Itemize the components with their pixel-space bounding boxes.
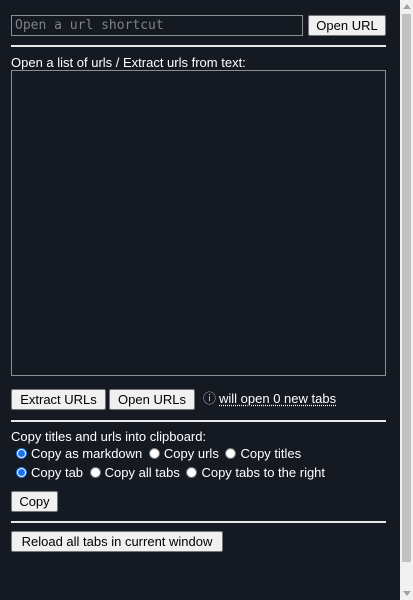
radio-label: Copy urls [163,446,219,461]
radio-button[interactable] [16,467,27,478]
divider [11,45,386,47]
url-list-label: Open a list of urls / Extract urls from … [11,55,246,70]
copy-button[interactable]: Copy [11,491,58,512]
radio-label: Copy as markdown [31,446,143,461]
radio-button[interactable] [16,448,27,459]
radio-label: Copy all tabs [104,465,180,480]
extract-urls-button[interactable]: Extract URLs [11,389,106,410]
radio-button[interactable] [186,467,198,478]
copy-scope-group: Copy tab Copy all tabs Copy tabs to the … [16,465,328,481]
radio-button[interactable] [148,448,160,459]
scrollbar-thumb[interactable] [402,14,411,562]
open-urls-button[interactable]: Open URLs [109,389,195,410]
radio-label: Copy titles [240,446,302,461]
tabs-count-text: will open 0 new tabs [219,391,337,406]
divider [11,420,386,422]
radio-copy-urls[interactable]: Copy urls [148,446,219,462]
radio-copy-all-tabs[interactable]: Copy all tabs [89,465,180,481]
tabs-count-info: ⓘ will open 0 new tabs [203,391,336,407]
radio-copy-titles[interactable]: Copy titles [225,446,301,462]
radio-label: Copy tabs to the right [201,465,326,480]
info-icon: ⓘ [203,391,217,406]
url-shortcut-input[interactable] [11,15,303,36]
radio-copy-as-markdown[interactable]: Copy as markdown [16,446,142,462]
scroll-up-icon[interactable] [403,4,411,9]
scroll-down-icon[interactable] [403,591,411,596]
radio-button[interactable] [225,448,237,459]
copy-format-group: Copy as markdown Copy urls Copy titles [16,446,304,462]
radio-label: Copy tab [31,465,84,480]
url-shortcut-row: Open URL [11,15,386,36]
open-url-button[interactable]: Open URL [308,15,386,36]
divider [11,521,386,523]
radio-button[interactable] [89,467,101,478]
vertical-scrollbar[interactable] [400,0,413,600]
reload-all-tabs-button[interactable]: Reload all tabs in current window [11,531,223,552]
url-list-textarea[interactable] [11,70,386,376]
radio-copy-tab[interactable]: Copy tab [16,465,83,481]
clipboard-label: Copy titles and urls into clipboard: [11,429,207,444]
radio-copy-tabs-to-right[interactable]: Copy tabs to the right [186,465,325,481]
